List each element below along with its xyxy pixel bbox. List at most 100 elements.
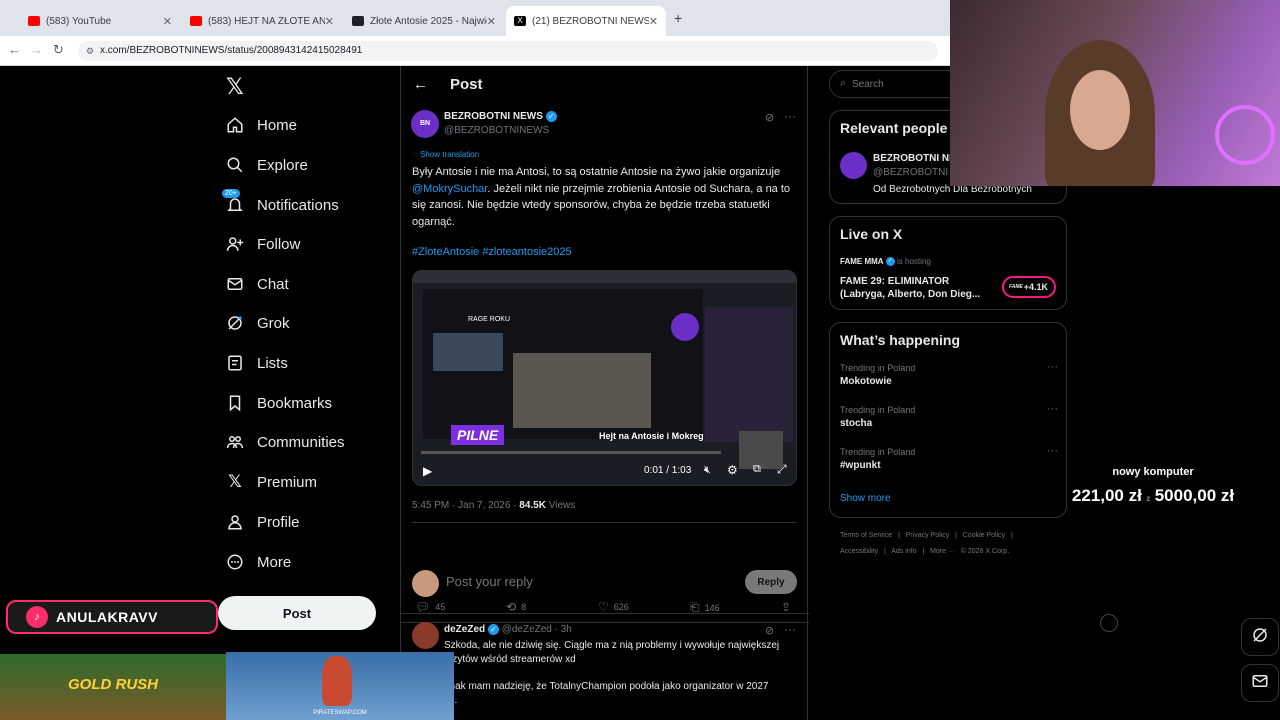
reply-input[interactable]: Post your reply bbox=[446, 574, 533, 589]
person-name[interactable]: BEZROBOTNI NI bbox=[873, 153, 952, 164]
trend-item[interactable]: Trending in Poland #wpunkt ··· bbox=[840, 445, 1058, 471]
fullscreen-icon[interactable]: ⤢ bbox=[777, 462, 787, 477]
avatar bbox=[412, 570, 439, 597]
grok-floating-button[interactable] bbox=[1241, 618, 1279, 656]
search-icon bbox=[226, 156, 244, 174]
live-host[interactable]: FAME MMA ✓ is hosting bbox=[840, 257, 931, 267]
site-info-icon[interactable]: ⚙ bbox=[86, 41, 94, 61]
footer-link-ads[interactable]: Ads info bbox=[891, 548, 916, 555]
sidebar-item-communities[interactable]: Communities bbox=[226, 427, 345, 457]
footer-link-privacy[interactable]: Privacy Policy bbox=[906, 532, 950, 539]
reply-button[interactable]: Reply bbox=[745, 570, 797, 594]
post-author[interactable]: BEZROBOTNI NEWS ✓ bbox=[444, 111, 557, 122]
avatar[interactable] bbox=[412, 622, 439, 649]
more-options-icon[interactable]: ··· bbox=[1047, 403, 1058, 415]
bookmark-count: 146 bbox=[704, 602, 720, 613]
trend-item[interactable]: Trending in Poland stocha ··· bbox=[840, 403, 1058, 429]
sidebar-item-label: More bbox=[257, 553, 292, 571]
settings-icon[interactable]: ⚙ bbox=[727, 463, 738, 477]
back-arrow-icon[interactable]: ← bbox=[413, 76, 428, 93]
reply-author[interactable]: deZeZed bbox=[444, 624, 485, 635]
sidebar-item-follow[interactable]: Follow bbox=[226, 229, 300, 259]
footer-link-accessibility[interactable]: Accessibility bbox=[840, 548, 878, 555]
browser-tab-hejt[interactable]: (583) HEJT NA ZŁOTE ANTOSIE ✕ bbox=[182, 8, 342, 34]
trend-name: stocha bbox=[840, 418, 873, 429]
x-logo-icon: X bbox=[514, 16, 526, 26]
close-icon[interactable]: ✕ bbox=[325, 15, 334, 28]
author-handle[interactable]: @BEZROBOTNINEWS bbox=[444, 125, 549, 136]
forward-icon[interactable]: → bbox=[30, 42, 43, 57]
show-more-link[interactable]: Show more bbox=[840, 493, 891, 504]
views-label: Views bbox=[545, 500, 576, 511]
share-action[interactable]: ⇪ bbox=[781, 600, 796, 614]
divider bbox=[412, 522, 797, 523]
sidebar-item-label: Profile bbox=[257, 513, 300, 531]
footer-link-cookie[interactable]: Cookie Policy bbox=[963, 532, 1005, 539]
close-icon[interactable]: ✕ bbox=[163, 15, 172, 28]
mention-link[interactable]: @MokrySuchar bbox=[412, 183, 487, 195]
sidebar-item-grok[interactable]: Grok bbox=[226, 308, 290, 338]
reply-action[interactable]: 💬︎ 45 bbox=[415, 600, 445, 614]
live-event[interactable]: FAME 29: ELIMINATOR (Labryga, Alberto, D… bbox=[840, 275, 980, 301]
video-progress-bar[interactable] bbox=[421, 451, 721, 454]
new-tab-button[interactable]: + bbox=[674, 10, 682, 26]
more-options-icon[interactable]: ··· bbox=[784, 109, 796, 123]
play-icon[interactable]: ▶ bbox=[423, 464, 432, 478]
show-translation-link[interactable]: ◌ Show translation bbox=[413, 150, 479, 159]
post-button[interactable]: Post bbox=[218, 596, 376, 630]
translate-icon: ◌ bbox=[413, 150, 418, 159]
sidebar-item-chat[interactable]: Chat bbox=[226, 269, 289, 299]
home-icon bbox=[226, 116, 244, 134]
video-player[interactable]: RAGE ROKU PILNE Hejt na Antosie i Mokreg… bbox=[412, 270, 797, 486]
browser-tab-x[interactable]: X (21) BEZROBOTNI NEWS on X: ✕ bbox=[506, 6, 666, 36]
avatar[interactable] bbox=[840, 152, 867, 179]
trend-item[interactable]: Trending in Poland Mokotowie ··· bbox=[840, 361, 1058, 387]
sidebar-item-bookmarks[interactable]: Bookmarks bbox=[226, 388, 332, 418]
grok-icon[interactable]: ⊘ bbox=[765, 624, 774, 637]
avatar[interactable]: BN bbox=[411, 110, 439, 138]
trend-meta: Trending in Poland bbox=[840, 447, 916, 457]
tab-title: (21) BEZROBOTNI NEWS on X: bbox=[532, 15, 649, 27]
more-options-icon[interactable]: ··· bbox=[1047, 361, 1058, 373]
mute-icon[interactable]: 🔇︎ bbox=[704, 464, 711, 477]
hashtag-links[interactable]: #ZloteAntosie #zloteantosie2025 bbox=[412, 246, 572, 258]
pip-icon[interactable]: ⧉ bbox=[753, 463, 761, 476]
messages-floating-button[interactable] bbox=[1241, 664, 1279, 702]
sidebar-item-explore[interactable]: Explore bbox=[226, 150, 308, 180]
back-icon[interactable]: ← bbox=[8, 42, 21, 57]
live-listeners-badge[interactable]: FAME +4.1K bbox=[1002, 276, 1056, 298]
event-title: FAME 29: ELIMINATOR bbox=[840, 276, 950, 287]
divider bbox=[401, 622, 809, 623]
browser-tab-antosie[interactable]: Złote Antosie 2025 - Największ ✕ bbox=[344, 8, 504, 34]
more-options-icon[interactable]: ··· bbox=[1047, 445, 1058, 457]
person-handle: @BEZROBOTNI bbox=[873, 167, 949, 178]
sidebar-item-lists[interactable]: Lists bbox=[226, 348, 288, 378]
more-options-icon[interactable]: ··· bbox=[784, 622, 796, 636]
fame-logo: FAME bbox=[1009, 284, 1023, 290]
goal-target: 5000,00 zł bbox=[1154, 486, 1235, 505]
close-icon[interactable]: ✕ bbox=[649, 15, 658, 28]
tiktok-handle-overlay: ♪ ANULAKRAVV bbox=[6, 600, 218, 634]
sidebar-item-label: Notifications bbox=[257, 196, 339, 214]
grok-icon[interactable]: ⊘ bbox=[765, 111, 774, 124]
trend-name: Mokotowie bbox=[840, 376, 892, 387]
close-icon[interactable]: ✕ bbox=[487, 15, 496, 28]
sidebar-item-profile[interactable]: Profile bbox=[226, 507, 300, 537]
reload-icon[interactable]: ↻ bbox=[53, 42, 64, 58]
footer-link-more[interactable]: More ··· bbox=[930, 548, 955, 555]
grok-icon bbox=[1251, 626, 1269, 649]
verified-icon: ✓ bbox=[487, 624, 499, 635]
sidebar-item-notifications[interactable]: 20+ Notifications bbox=[222, 189, 339, 220]
sidebar-item-premium[interactable]: 𝕏 Premium bbox=[226, 467, 317, 497]
url-field[interactable]: ⚙ x.com/BEZROBOTNINEWS/status/2008943142… bbox=[78, 41, 938, 61]
x-logo-icon[interactable]: 𝕏 bbox=[226, 74, 244, 100]
sidebar-item-home[interactable]: Home bbox=[226, 110, 297, 140]
footer-link-terms[interactable]: Terms of Service bbox=[840, 532, 892, 539]
browser-tab-youtube[interactable]: (583) YouTube ✕ bbox=[20, 8, 180, 34]
like-action[interactable]: ♡ 626 bbox=[598, 600, 629, 614]
repost-action[interactable]: ⟲ 8 bbox=[506, 600, 526, 614]
tab-title: (583) YouTube bbox=[46, 15, 112, 27]
sidebar-item-more[interactable]: More bbox=[226, 547, 291, 577]
video-frame-browser-bar bbox=[413, 271, 796, 283]
post-timestamp[interactable]: 5:45 PM · Jan 7, 2026 · bbox=[412, 500, 519, 511]
